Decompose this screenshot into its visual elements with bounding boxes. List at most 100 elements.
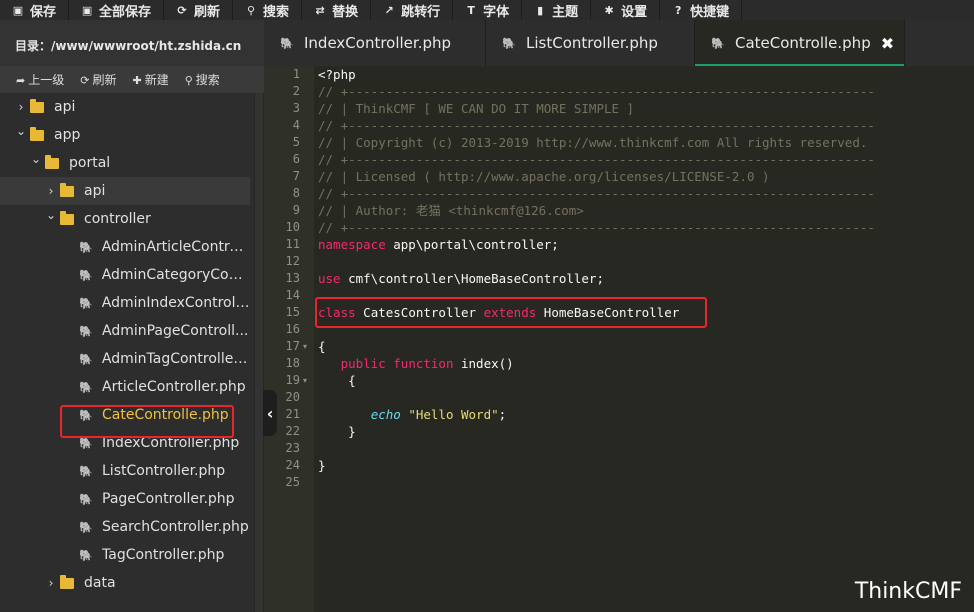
line-number: 23 <box>285 441 300 455</box>
code-text: } <box>318 424 356 439</box>
code-line: // | Copyright (c) 2013-2019 http://www.… <box>318 134 867 151</box>
code-line: public function index() <box>318 355 514 372</box>
tree-file[interactable]: 🐘 AdminCategoryCont... <box>0 261 250 289</box>
sidebar-action-label: 搜索 <box>195 73 220 87</box>
fold-arrow-icon[interactable]: ▾ <box>303 338 313 355</box>
tree-file[interactable]: 🐘 AdminPageControll... <box>0 317 250 345</box>
code-text: cmf\controller\HomeBaseController; <box>340 271 604 286</box>
code-line: // +------------------------------------… <box>318 219 875 236</box>
sidebar-scrollbar[interactable] <box>254 93 264 612</box>
up-level-icon: ➦ <box>16 74 26 87</box>
tree-file[interactable]: 🐘 SearchController.php <box>0 513 250 541</box>
comment: // +------------------------------------… <box>318 84 875 99</box>
tree-folder[interactable]: › data <box>0 569 250 597</box>
toolbar-button-shortcut[interactable]: ? 快捷键 <box>660 0 743 20</box>
tree-item-label: PageController.php <box>102 491 235 507</box>
tree-folder[interactable]: ⌄ app <box>0 121 250 149</box>
keyword: function <box>393 356 454 371</box>
sidebar-scrollbar-thumb[interactable] <box>255 93 263 612</box>
toolbar-button-settings[interactable]: ✱ 设置 <box>591 0 661 20</box>
shortcut-icon: ? <box>674 3 682 17</box>
php-file-icon: 🐘 <box>79 408 93 422</box>
sidebar-action-search[interactable]: ⚲ 搜索 <box>185 71 220 88</box>
tree-item-label: data <box>84 575 116 591</box>
php-file-icon: 🐘 <box>79 492 93 506</box>
tree-file[interactable]: 🐘 CateControlle.php <box>0 401 250 429</box>
tree-file[interactable]: 🐘 TagController.php <box>0 541 250 569</box>
sidebar-action-refresh[interactable]: ⟳ 刷新 <box>80 71 116 88</box>
tree-folder[interactable]: › api <box>0 93 250 121</box>
line-number: 14 <box>285 288 300 302</box>
tree-file[interactable]: 🐘 ArticleController.php <box>0 373 250 401</box>
toolbar-button-theme[interactable]: ▮ 主题 <box>522 0 592 20</box>
tree-folder[interactable]: ⌄ controller <box>0 205 250 233</box>
toolbar-button-replace[interactable]: ⇄ 替换 <box>302 0 372 20</box>
code-line: namespace app\portal\controller; <box>318 236 559 253</box>
chevron-down-icon[interactable]: ⌄ <box>12 124 30 138</box>
line-number: 7 <box>292 169 300 183</box>
tab-indexcontroller[interactable]: 🐘 IndexController.php <box>264 20 486 66</box>
tree-file[interactable]: 🐘 AdminTagController... <box>0 345 250 373</box>
php-file-icon: 🐘 <box>79 548 93 562</box>
toolbar-button-font[interactable]: T 字体 <box>453 0 523 20</box>
collapse-sidebar-handle[interactable]: ‹ <box>263 390 277 436</box>
tree-file[interactable]: 🐘 AdminIndexControll... <box>0 289 250 317</box>
tab-listcontroller[interactable]: 🐘 ListController.php <box>486 20 695 66</box>
tree-file[interactable]: 🐘 ListController.php <box>0 457 250 485</box>
tree-item-label: AdminPageControll... <box>102 323 249 339</box>
toolbar-button-save-all[interactable]: ▣ 全部保存 <box>69 0 165 20</box>
toolbar-button-search[interactable]: ⚲ 搜索 <box>233 0 303 20</box>
toolbar-button-goto-line[interactable]: ↗ 跳转行 <box>371 0 454 20</box>
tab-catecontrolle[interactable]: 🐘 CateControlle.php ✖ <box>695 20 905 66</box>
code-line: // +------------------------------------… <box>318 83 875 100</box>
tree-item-label: AdminCategoryCont... <box>101 267 250 283</box>
chevron-down-icon[interactable]: ⌄ <box>42 208 60 222</box>
keyword: class <box>318 305 356 320</box>
toolbar-button-label: 全部保存 <box>99 4 152 20</box>
toolbar-button-label: 保存 <box>30 4 57 20</box>
folder-icon <box>60 210 74 225</box>
line-number: 8 <box>292 186 300 200</box>
tree-item-label: AdminArticleControl... <box>101 239 250 255</box>
code-line: // | ThinkCMF [ WE CAN DO IT MORE SIMPLE… <box>318 100 634 117</box>
php-file-icon: 🐘 <box>79 464 93 478</box>
close-icon[interactable]: ✖ <box>881 34 894 53</box>
php-file-icon: 🐘 <box>280 36 294 50</box>
line-number: 5 <box>292 135 300 149</box>
php-file-icon: 🐘 <box>79 296 93 310</box>
toolbar: ▣ 保存 ▣ 全部保存 ⟳ 刷新 ⚲ 搜索 ⇄ 替换 ↗ 跳转行 T 字体 ▮ 主题 ✱ 设置? 快捷键 <box>0 0 974 20</box>
tree-folder[interactable]: › api <box>0 177 250 205</box>
tree-item-label: SearchController.php <box>102 519 249 535</box>
toolbar-button-label: 字体 <box>483 4 510 20</box>
tree-folder[interactable]: ⌄ portal <box>0 149 250 177</box>
sidebar-action-new[interactable]: ✚ 新建 <box>132 71 168 88</box>
chevron-right-icon[interactable]: › <box>42 184 60 198</box>
toolbar-button-label: 跳转行 <box>401 4 441 20</box>
php-file-icon: 🐘 <box>79 380 93 394</box>
toolbar-button-label: 搜索 <box>263 4 290 20</box>
folder-icon <box>30 126 44 141</box>
goto-line-icon: ↗ <box>384 3 394 17</box>
toolbar-button-refresh[interactable]: ⟳ 刷新 <box>164 0 234 20</box>
toolbar-button-label: 设置 <box>621 4 648 20</box>
chevron-right-icon[interactable]: › <box>42 576 60 590</box>
fold-arrow-icon[interactable]: ▾ <box>303 372 313 389</box>
tree-file[interactable]: 🐘 AdminArticleControl... <box>0 233 250 261</box>
toolbar-button-label: 快捷键 <box>690 4 730 20</box>
sidebar-action-up-level[interactable]: ➦ 上一级 <box>16 71 64 88</box>
code-editor[interactable]: 1 2 3 4 5 6 7 8 9 10 11 12 13 14 15 16 17 ▾ 18 19 ▾ 20 21 22 23 2… <box>264 66 974 612</box>
toolbar-button-label: 刷新 <box>194 4 221 20</box>
tree-file[interactable]: 🐘 IndexController.php <box>0 429 250 457</box>
toolbar-button-save[interactable]: ▣ 保存 <box>0 0 70 20</box>
chevron-down-icon[interactable]: ⌄ <box>27 152 45 166</box>
file-tree: › api ⌄ app ⌄ portal › api ⌄ controller 🐘 AdminArti… <box>0 93 254 612</box>
tree-item-label: api <box>84 183 106 199</box>
tree-item-label: AdminTagController... <box>101 351 250 367</box>
watermark: ThinkCMF <box>854 579 962 604</box>
tree-file[interactable]: 🐘 PageController.php <box>0 485 250 513</box>
builtin: echo <box>370 407 401 422</box>
chevron-right-icon[interactable]: › <box>12 100 30 114</box>
folder-icon <box>60 182 74 197</box>
line-number: 25 <box>285 475 300 489</box>
